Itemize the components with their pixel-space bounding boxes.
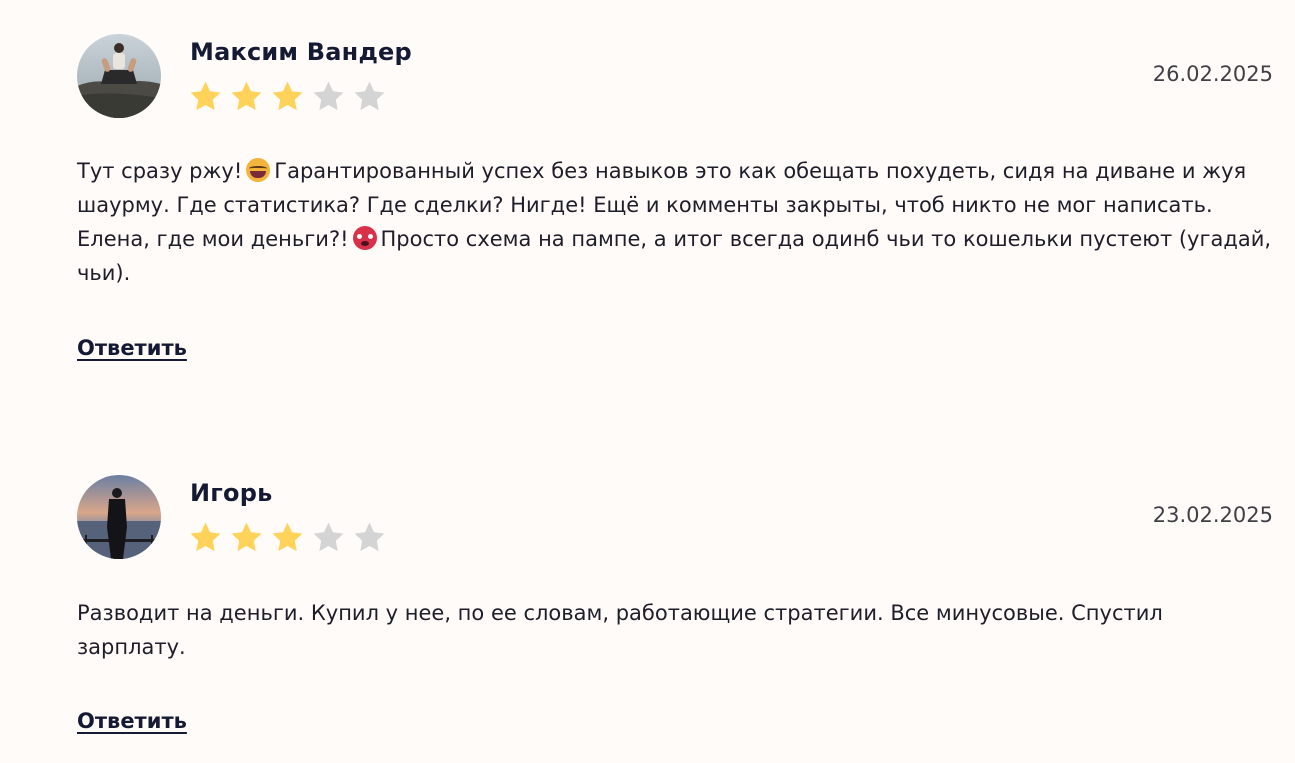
star-empty-icon [354,522,385,552]
star-filled-icon [231,522,262,552]
star-filled-icon [231,81,262,111]
author-name: Игорь [190,479,273,507]
star-empty-icon [354,81,385,111]
avatar [77,34,161,118]
review-text: Тут сразу ржу! Гарантированный успех без … [77,154,1273,290]
star-empty-icon [313,81,344,111]
angry-emoji-icon [352,226,377,250]
reply-link[interactable]: Ответить [77,336,187,360]
star-filled-icon [272,81,303,111]
rating-stars [188,520,387,555]
star-filled-icon [190,522,221,552]
review-date: 26.02.2025 [1152,62,1273,86]
review-text-part: Тут сразу ржу! [77,159,243,183]
star-filled-icon [190,81,221,111]
reply-link[interactable]: Ответить [77,709,187,733]
rating-stars [188,79,387,114]
star-empty-icon [313,522,344,552]
avatar [77,475,161,559]
review-date: 23.02.2025 [1152,503,1273,527]
author-name: Максим Вандер [190,38,412,66]
review-text: Разводит на деньги. Купил у нее, по ее с… [77,601,1163,659]
laughing-emoji-icon [246,158,271,182]
star-filled-icon [272,522,303,552]
